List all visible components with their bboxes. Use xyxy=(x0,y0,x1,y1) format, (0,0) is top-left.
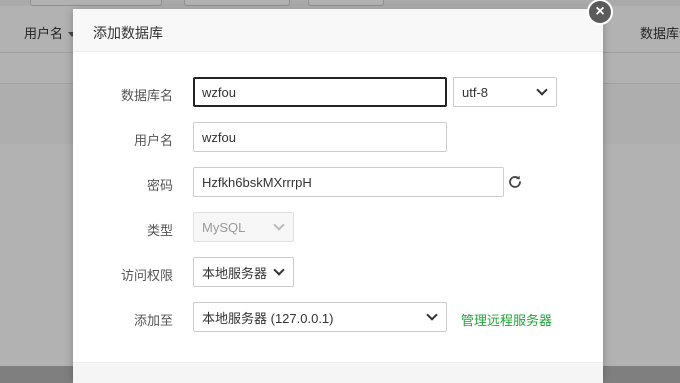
chevron-down-icon xyxy=(426,309,438,321)
add-to-label: 添加至 xyxy=(133,313,173,328)
close-button[interactable]: × xyxy=(587,0,613,25)
dialog-title: 添加数据库 xyxy=(93,25,163,41)
manage-remote-servers-link[interactable]: 管理远程服务器 xyxy=(461,310,552,329)
db-name-input[interactable]: wzfou xyxy=(193,77,447,107)
username-label: 用户名 xyxy=(133,133,173,148)
chevron-down-icon xyxy=(273,219,285,231)
add-to-select[interactable]: 本地服务器 (127.0.0.1) xyxy=(193,302,447,332)
db-name-label: 数据库名 xyxy=(120,88,173,103)
dialog-header: 添加数据库 xyxy=(73,9,603,52)
charset-select[interactable]: utf-8 xyxy=(453,77,557,107)
refresh-icon[interactable] xyxy=(507,174,523,190)
password-input[interactable]: Hzfkh6bskMXrrrpH xyxy=(193,167,504,197)
username-input[interactable]: wzfou xyxy=(193,122,447,152)
access-select[interactable]: 本地服务器 xyxy=(193,257,294,287)
password-label: 密码 xyxy=(146,178,173,193)
type-select[interactable]: MySQL xyxy=(193,212,294,242)
dialog-footer xyxy=(73,362,603,383)
add-database-dialog: 添加数据库 数据库名 wzfou utf-8 用户名 wzfou 密码 Hzfk… xyxy=(73,9,603,383)
close-icon: × xyxy=(589,1,611,23)
access-label: 访问权限 xyxy=(120,268,173,283)
type-label: 类型 xyxy=(146,223,173,238)
chevron-down-icon xyxy=(536,84,548,96)
chevron-down-icon xyxy=(273,264,285,276)
